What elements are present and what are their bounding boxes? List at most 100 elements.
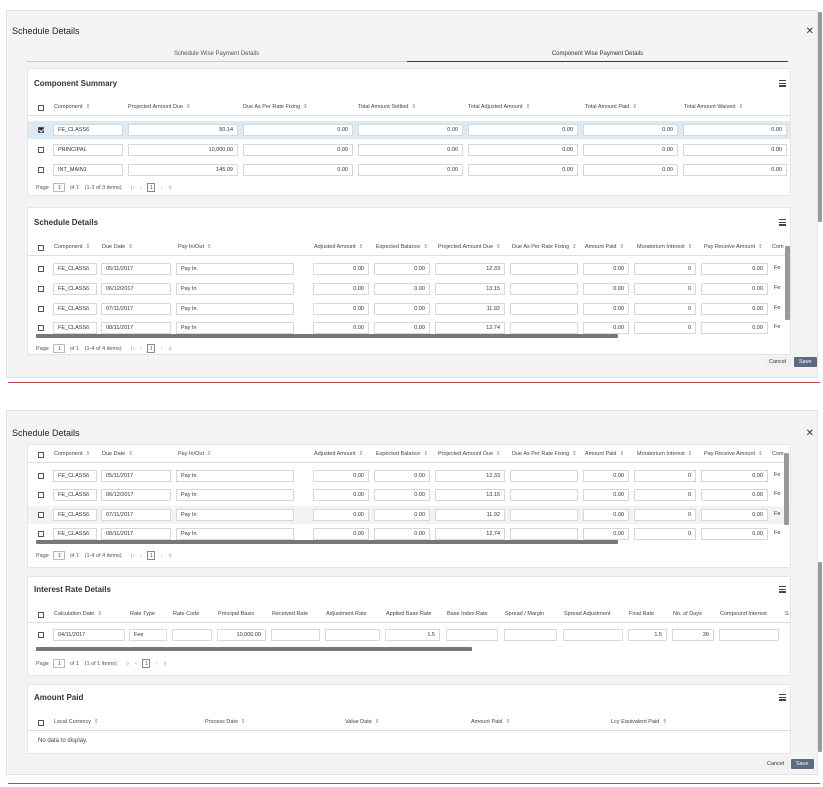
col-compound-interest[interactable]: Compound Interest (720, 611, 767, 617)
page-number[interactable]: 1 (147, 183, 156, 192)
col-due-date[interactable]: Due Date ⇕ (102, 244, 133, 250)
col-adjustment-rate[interactable]: Adjustment Rate (326, 611, 367, 617)
col-component[interactable]: Component ⇕ (54, 104, 90, 110)
col-received-rate[interactable]: Received Rate (272, 611, 308, 617)
column-menu-icon[interactable] (779, 694, 786, 701)
row-checkbox[interactable] (38, 512, 44, 518)
select-all-checkbox[interactable] (38, 452, 44, 458)
select-all-checkbox[interactable] (38, 612, 44, 618)
row-checkbox[interactable] (38, 147, 44, 153)
col-final-rate[interactable]: Final Rate (629, 611, 654, 617)
col-component[interactable]: Component ⇕ (54, 451, 90, 457)
col-applied-base-rate[interactable]: Applied Base Rate (386, 611, 432, 617)
col-base-index-rate[interactable]: Base Index Rate (447, 611, 488, 617)
table-row[interactable]: FE_CLASS6 07/11/2017 Pay In 0.00 0.00 11… (28, 506, 790, 524)
select-all-checkbox[interactable] (38, 105, 44, 111)
row-checkbox[interactable] (38, 473, 44, 479)
prev-page-icon[interactable]: ‹ (140, 346, 142, 352)
col-process-date[interactable]: Process Date ⇕ (205, 719, 246, 725)
col-lcy-equivalent-paid[interactable]: Lcy Equivalent Paid ⇕ (611, 719, 667, 725)
next-page-icon[interactable]: › (161, 185, 163, 191)
next-page-icon[interactable]: › (161, 553, 163, 559)
last-page-icon[interactable]: ›| (168, 185, 171, 191)
dialog-vertical-scrollbar[interactable] (818, 562, 822, 752)
col-pay-receive-amount[interactable]: Pay Receive Amount ⇕ (704, 451, 763, 457)
col-projected-amount-due[interactable]: Projected Amount Due ⇕ (438, 451, 501, 457)
table-row[interactable]: FE_CLASS6 07/11/2017 Pay In 0.00 0.00 11… (28, 300, 790, 318)
table-row[interactable]: FE_CLASS6 05/11/2017 Pay In 0.00 0.00 12… (28, 260, 790, 278)
col-spread-adjustment[interactable]: Spread Adjustment (564, 611, 610, 617)
column-menu-icon[interactable] (779, 80, 786, 87)
table-row[interactable]: INT_MAIN1 145.09 0.00 0.00 0.00 0.00 0.0… (28, 161, 790, 179)
col-adjusted-amount[interactable]: Adjusted Amount ⇕ (314, 244, 363, 250)
col-expected-balance[interactable]: Expected Balance ⇕ (376, 451, 428, 457)
col-com[interactable]: Com (772, 451, 784, 457)
close-icon[interactable]: ✕ (806, 26, 814, 37)
table-row[interactable]: FE_CLASS6 06/12/2017 Pay In 0.00 0.00 13… (28, 486, 790, 504)
row-checkbox[interactable] (38, 325, 44, 331)
vertical-scrollbar[interactable] (784, 453, 789, 525)
col-value-date[interactable]: Value Date ⇕ (345, 719, 379, 725)
col-amount-paid[interactable]: Amount Paid ⇕ (585, 244, 624, 250)
close-icon[interactable]: ✕ (806, 428, 814, 439)
vertical-scrollbar[interactable] (785, 246, 790, 320)
col-projected-amount-due[interactable]: Projected Amount Due ⇕ (438, 244, 501, 250)
table-row[interactable]: 04/11/2017 Fee 10,000.00 1.5 1.5 30 (28, 626, 790, 644)
col-com[interactable]: Com (772, 244, 784, 250)
horizontal-scrollbar[interactable] (36, 647, 472, 651)
col-moratorium-interest[interactable]: Moratorium Interest ⇕ (637, 244, 692, 250)
col-s[interactable]: S (785, 611, 789, 617)
col-no-of-days[interactable]: No. of Days (673, 611, 702, 617)
col-rate-type[interactable]: Rate Type (130, 611, 155, 617)
row-checkbox[interactable] (38, 167, 44, 173)
cancel-button[interactable]: Cancel (764, 357, 792, 367)
page-input[interactable]: 1 (53, 344, 66, 353)
page-number[interactable]: 1 (142, 659, 151, 668)
col-due-date[interactable]: Due Date ⇕ (102, 451, 133, 457)
prev-page-icon[interactable]: ‹ (140, 553, 142, 559)
select-all-checkbox[interactable] (38, 720, 44, 726)
last-page-icon[interactable]: ›| (168, 553, 171, 559)
col-total-amount-waived[interactable]: Total Amount Waived ⇕ (684, 104, 743, 110)
col-due-as-per-rate-fixing[interactable]: Due As Per Rate Fixing ⇕ (243, 104, 308, 110)
col-amount-paid[interactable]: Amount Paid ⇕ (585, 451, 624, 457)
tab-schedule-wise[interactable]: Schedule Wise Payment Details (26, 48, 407, 62)
page-input[interactable]: 1 (53, 659, 66, 668)
table-row[interactable]: PRINCIPAL 10,000.00 0.00 0.00 0.00 0.00 … (28, 141, 790, 159)
col-adjusted-amount[interactable]: Adjusted Amount ⇕ (314, 451, 363, 457)
page-number[interactable]: 1 (147, 551, 156, 560)
save-button[interactable]: Save (791, 759, 814, 769)
row-checkbox[interactable] (38, 127, 44, 133)
row-checkbox[interactable] (38, 266, 44, 272)
first-page-icon[interactable]: |‹ (131, 185, 134, 191)
prev-page-icon[interactable]: ‹ (140, 185, 142, 191)
row-checkbox[interactable] (38, 632, 44, 638)
tab-component-wise[interactable]: Component Wise Payment Details (407, 48, 788, 62)
last-page-icon[interactable]: ›| (168, 346, 171, 352)
next-page-icon[interactable]: › (161, 346, 163, 352)
table-row[interactable]: FE_CLASS6 06/12/2017 Pay In 0.00 0.00 13… (28, 280, 790, 298)
col-expected-balance[interactable]: Expected Balance ⇕ (376, 244, 428, 250)
first-page-icon[interactable]: |‹ (131, 346, 134, 352)
first-page-icon[interactable]: |‹ (131, 553, 134, 559)
col-spread-margin[interactable]: Spread / Margin (505, 611, 544, 617)
row-checkbox[interactable] (38, 306, 44, 312)
col-total-amount-settled[interactable]: Total Amount Settled ⇕ (358, 104, 416, 110)
column-menu-icon[interactable] (779, 219, 786, 226)
row-checkbox[interactable] (38, 286, 44, 292)
col-principal-basis[interactable]: Principal Basis (218, 611, 254, 617)
col-pay-receive-amount[interactable]: Pay Receive Amount ⇕ (704, 244, 763, 250)
next-page-icon[interactable]: › (156, 661, 158, 667)
col-calculation-date[interactable]: Calculation Date ⇕ (54, 611, 102, 617)
col-total-adjusted-amount[interactable]: Total Adjusted Amount ⇕ (468, 104, 530, 110)
col-due-as-per-rate-fixing[interactable]: Due As Per Rate Fixing ⇕ (512, 244, 577, 250)
row-checkbox[interactable] (38, 531, 44, 537)
select-all-checkbox[interactable] (38, 245, 44, 251)
prev-page-icon[interactable]: ‹ (135, 661, 137, 667)
save-button[interactable]: Save (794, 357, 817, 367)
dialog-vertical-scrollbar[interactable] (818, 12, 822, 222)
column-menu-icon[interactable] (779, 586, 786, 593)
col-projected-amount-due[interactable]: Projected Amount Due ⇕ (128, 104, 191, 110)
col-pay-in-out[interactable]: Pay In/Out ⇕ (178, 244, 212, 250)
last-page-icon[interactable]: ›| (163, 661, 166, 667)
